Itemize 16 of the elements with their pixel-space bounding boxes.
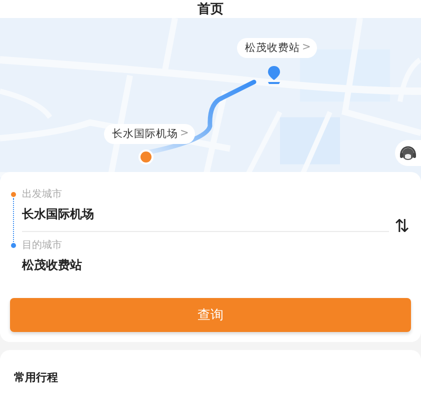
chevron-icon: > — [302, 41, 311, 55]
destination-map-label[interactable]: 松茂收费站 > — [237, 38, 317, 58]
city-field[interactable]: 长水国际机场 — [22, 206, 389, 223]
field-label: 出发城市 — [22, 188, 62, 201]
headset-icon — [398, 143, 418, 163]
origin-map-label[interactable]: 长水国际机场 > — [104, 124, 195, 144]
location-dot-icon — [11, 192, 16, 196]
page-title: 首页 — [198, 1, 224, 18]
swap-button[interactable]: ⇅ — [389, 215, 411, 237]
location-pin-icon — [267, 66, 281, 84]
origin-dot-icon — [138, 149, 154, 165]
chevron-icon: > — [180, 127, 189, 141]
section-title: 常用行程 — [14, 371, 58, 384]
field-label: 目的城市 — [22, 238, 62, 252]
city-field[interactable]: 松茂收费站 — [22, 257, 389, 274]
customer-service-button[interactable] — [395, 140, 421, 166]
